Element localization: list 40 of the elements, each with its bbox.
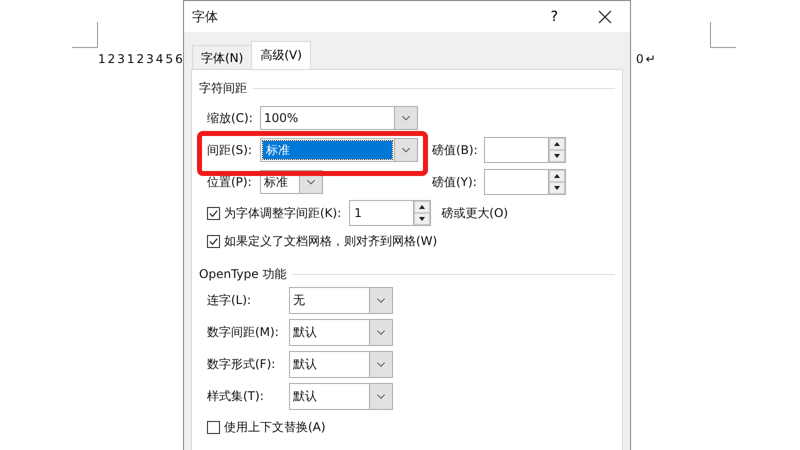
tab[interactable]: 高级(V) xyxy=(251,41,311,69)
dropdown[interactable]: 默认 xyxy=(289,350,393,378)
dropdown[interactable]: 默认 xyxy=(289,318,393,346)
field-label: 缩放(C): xyxy=(207,110,254,126)
field-label: 数字间距(M): xyxy=(207,324,280,340)
checkbox-label: 如果定义了文档网格，则对齐到网格(W) xyxy=(224,232,438,250)
field-label: 磅或更大(O) xyxy=(441,204,508,222)
document-text: 0↵ xyxy=(636,52,658,66)
caret-icon xyxy=(394,139,417,161)
close-icon[interactable] xyxy=(598,10,612,24)
window-title: 字体 xyxy=(192,8,219,26)
field-label: 数字形式(F): xyxy=(207,356,276,372)
field-label: 连字(L): xyxy=(207,292,252,308)
field-label: 磅值(Y): xyxy=(432,174,478,190)
field-label: 位置(P): xyxy=(207,174,253,190)
corner-mark xyxy=(710,22,736,48)
kerning-spinner[interactable]: 1 xyxy=(349,200,432,226)
caret-icon xyxy=(369,384,392,408)
checkbox[interactable] xyxy=(207,206,220,220)
checkbox[interactable] xyxy=(207,420,220,434)
field-label: 间距(S): xyxy=(207,142,254,158)
dropdown[interactable]: 默认 xyxy=(289,382,393,410)
document-text: 123123456 xyxy=(98,52,185,66)
caret-icon xyxy=(394,107,417,129)
field-label: 磅值(B): xyxy=(432,142,479,158)
dropdown[interactable]: 无 xyxy=(289,286,393,314)
checkbox-label: 为字体调整字间距(K): xyxy=(224,204,342,222)
section-heading: OpenType 功能 xyxy=(199,266,286,282)
caret-icon xyxy=(369,320,392,344)
scale-dropdown[interactable]: 100% xyxy=(260,106,418,130)
checkbox-label: 使用上下文替换(A) xyxy=(224,418,326,436)
corner-mark xyxy=(72,22,98,48)
tab[interactable]: 字体(N) xyxy=(192,45,252,69)
field-label: 样式集(T): xyxy=(207,388,265,404)
spacing-dropdown[interactable]: 标准 xyxy=(260,138,418,162)
section-heading: 字符间距 xyxy=(199,80,247,96)
help-button[interactable]: ? xyxy=(546,8,562,24)
checkbox[interactable] xyxy=(207,234,220,248)
caret-icon xyxy=(369,352,392,376)
caret-icon xyxy=(369,288,392,312)
